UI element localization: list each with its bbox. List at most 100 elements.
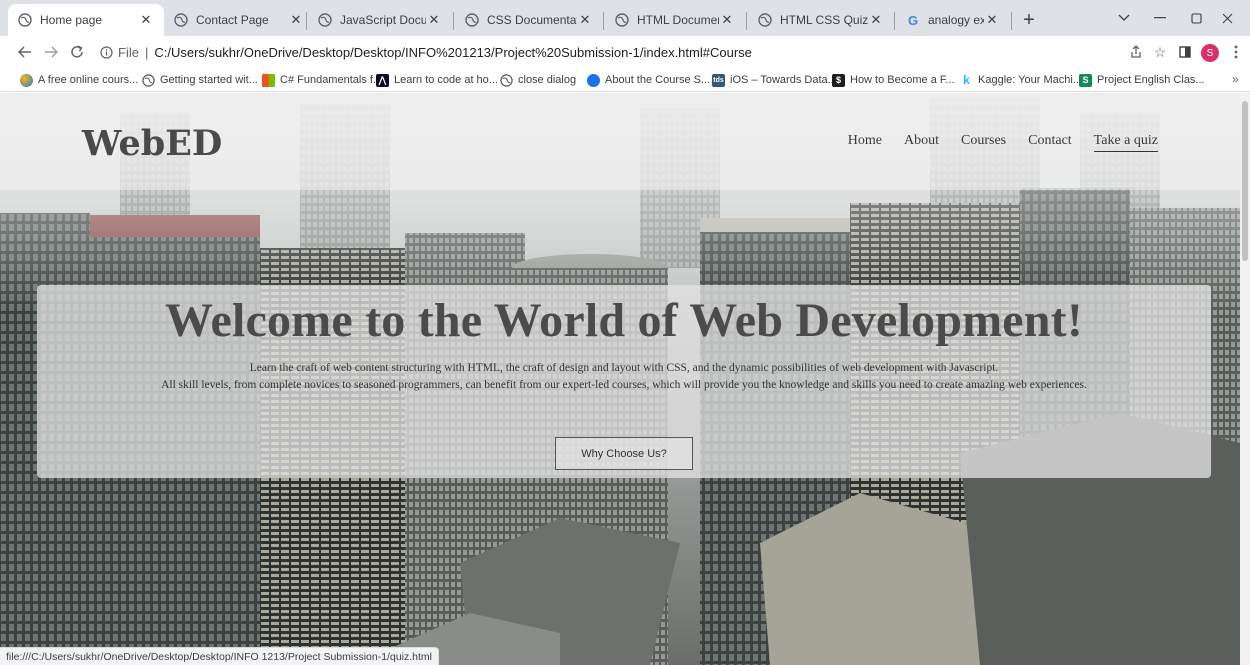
why-choose-us-button[interactable]: Why Choose Us?	[555, 437, 693, 470]
tab-separator	[746, 12, 747, 30]
page-scrollbar[interactable]	[1240, 93, 1250, 665]
globe-icon	[615, 13, 629, 27]
bookmark-star-icon[interactable]: ☆	[1150, 42, 1170, 62]
bookmark-label: Learn to code at ho...	[394, 74, 498, 86]
site-header: WebED Home About Courses Contact Take a …	[0, 93, 1240, 190]
nav-home[interactable]: Home	[848, 133, 882, 152]
browser-toolbar: File | C:/Users/sukhr/OneDrive/Desktop/D…	[0, 36, 1250, 68]
globe-icon	[174, 13, 188, 27]
globe-icon	[142, 73, 155, 87]
tab-title: HTML Documentation	[637, 13, 719, 27]
globe-icon	[318, 13, 332, 27]
globe-icon	[500, 73, 513, 87]
address-url: C:/Users/sukhr/OneDrive/Desktop/Desktop/…	[154, 44, 752, 60]
share-icon[interactable]	[1126, 42, 1146, 62]
bookmarks-overflow-button[interactable]: »	[1232, 72, 1239, 86]
tab-html-css-quiz[interactable]: HTML CSS Quiz ✕	[748, 4, 894, 36]
bookmarks-bar: A free online cours... Getting started w…	[0, 68, 1250, 92]
bookmark-item[interactable]: A free online cours...	[20, 72, 138, 88]
shield-icon	[587, 73, 600, 87]
tab-javascript-documentation[interactable]: JavaScript Documenta ✕	[308, 4, 452, 36]
close-tab-icon[interactable]: ✕	[577, 12, 593, 28]
bookmark-label: Project English Clas...	[1097, 74, 1205, 86]
microsoft-icon	[262, 73, 275, 87]
bookmark-label: C# Fundamentals f...	[280, 74, 383, 86]
hero-heading: Welcome to the World of Web Development!	[164, 294, 1084, 347]
close-tab-icon[interactable]: ✕	[984, 12, 1000, 28]
hero-panel: Welcome to the World of Web Development!…	[37, 285, 1211, 478]
globe-icon	[758, 13, 772, 27]
bookmark-item[interactable]: Getting started wit...	[142, 72, 258, 88]
tab-title: analogy examples - G	[928, 13, 984, 27]
bookmark-item[interactable]: S Project English Clas...	[1079, 72, 1205, 88]
tab-title: Home page	[40, 13, 103, 27]
new-tab-button[interactable]: +	[1016, 7, 1042, 33]
side-panel-icon[interactable]	[1175, 42, 1195, 62]
tab-separator	[894, 12, 895, 30]
tab-strip: Home page ✕ Contact Page ✕ JavaScript Do…	[0, 0, 1250, 36]
profile-avatar[interactable]: S	[1201, 44, 1219, 62]
nav-contact[interactable]: Contact	[1028, 133, 1072, 152]
teams-icon: S	[1079, 73, 1092, 87]
close-tab-icon[interactable]: ✕	[426, 12, 442, 28]
colorful-dot-icon	[20, 73, 33, 87]
freecodecamp-icon: ⋀	[376, 73, 389, 87]
address-bar[interactable]: File | C:/Users/sukhr/OneDrive/Desktop/D…	[98, 40, 1178, 64]
tab-title: JavaScript Documenta	[340, 13, 426, 27]
tab-separator	[1011, 12, 1012, 30]
main-nav: Home About Courses Contact Take a quiz	[826, 133, 1158, 152]
info-icon[interactable]	[98, 44, 114, 60]
site-logo[interactable]: WebED	[82, 123, 222, 164]
close-window-icon[interactable]	[1204, 0, 1250, 36]
close-tab-icon[interactable]: ✕	[868, 12, 884, 28]
bookmark-item[interactable]: close dialog	[500, 72, 576, 88]
hero-description-line-2: All skill levels, from complete novices …	[161, 379, 1087, 391]
page-viewport: WebED Home About Courses Contact Take a …	[0, 93, 1240, 665]
tab-analogy-examples[interactable]: G analogy examples - G ✕	[896, 4, 1010, 36]
bookmark-label: Getting started wit...	[160, 74, 258, 86]
tab-title: Contact Page	[196, 13, 269, 27]
bookmark-label: How to Become a F...	[850, 74, 955, 86]
globe-icon	[465, 13, 479, 27]
tab-html-documentation[interactable]: HTML Documentation ✕	[605, 4, 745, 36]
address-divider: |	[144, 44, 149, 60]
hero-description-line-1: Learn the craft of web content structuri…	[249, 362, 999, 374]
bookmark-item[interactable]: ⋀ Learn to code at ho...	[376, 72, 498, 88]
nav-take-a-quiz[interactable]: Take a quiz	[1093, 133, 1158, 152]
bookmark-label: close dialog	[518, 74, 577, 86]
tab-title: HTML CSS Quiz	[780, 13, 868, 27]
back-icon[interactable]	[14, 41, 36, 63]
address-scheme-label: File	[118, 44, 139, 60]
bookmark-item[interactable]: k Kaggle: Your Machi...	[960, 72, 1082, 88]
reload-icon[interactable]	[66, 41, 88, 63]
tab-css-documentation[interactable]: CSS Documentation ✕	[455, 4, 603, 36]
bookmark-label: iOS – Towards Data...	[730, 74, 837, 86]
tab-separator	[453, 12, 454, 30]
bookmark-item[interactable]: $ How to Become a F...	[832, 72, 955, 88]
nav-courses[interactable]: Courses	[961, 133, 1006, 152]
tds-icon: tds	[712, 73, 725, 87]
tab-title: CSS Documentation	[487, 13, 577, 27]
tab-contact-page[interactable]: Contact Page ✕	[164, 4, 314, 36]
menu-icon[interactable]	[1226, 42, 1246, 62]
kaggle-icon: k	[963, 73, 970, 87]
scrollbar-thumb[interactable]	[1242, 101, 1248, 261]
tab-separator	[603, 12, 604, 30]
tab-separator	[306, 12, 307, 30]
bookmark-label: Kaggle: Your Machi...	[978, 74, 1082, 86]
forward-icon[interactable]	[40, 41, 62, 63]
dollar-icon: $	[832, 73, 845, 87]
google-icon: G	[907, 12, 919, 28]
close-tab-icon[interactable]: ✕	[138, 12, 154, 28]
status-bar-link-preview: file:///C:/Users/sukhr/OneDrive/Desktop/…	[0, 647, 439, 665]
globe-icon	[18, 13, 32, 27]
bookmark-label: A free online cours...	[38, 74, 139, 86]
nav-about[interactable]: About	[904, 133, 939, 152]
close-tab-icon[interactable]: ✕	[288, 12, 304, 28]
close-tab-icon[interactable]: ✕	[719, 12, 735, 28]
bookmark-item[interactable]: tds iOS – Towards Data...	[712, 72, 837, 88]
tab-home-page[interactable]: Home page ✕	[8, 4, 164, 36]
bookmark-label: About the Course S...	[605, 74, 711, 86]
bookmark-item[interactable]: C# Fundamentals f...	[262, 72, 382, 88]
bookmark-item[interactable]: About the Course S...	[587, 72, 710, 88]
